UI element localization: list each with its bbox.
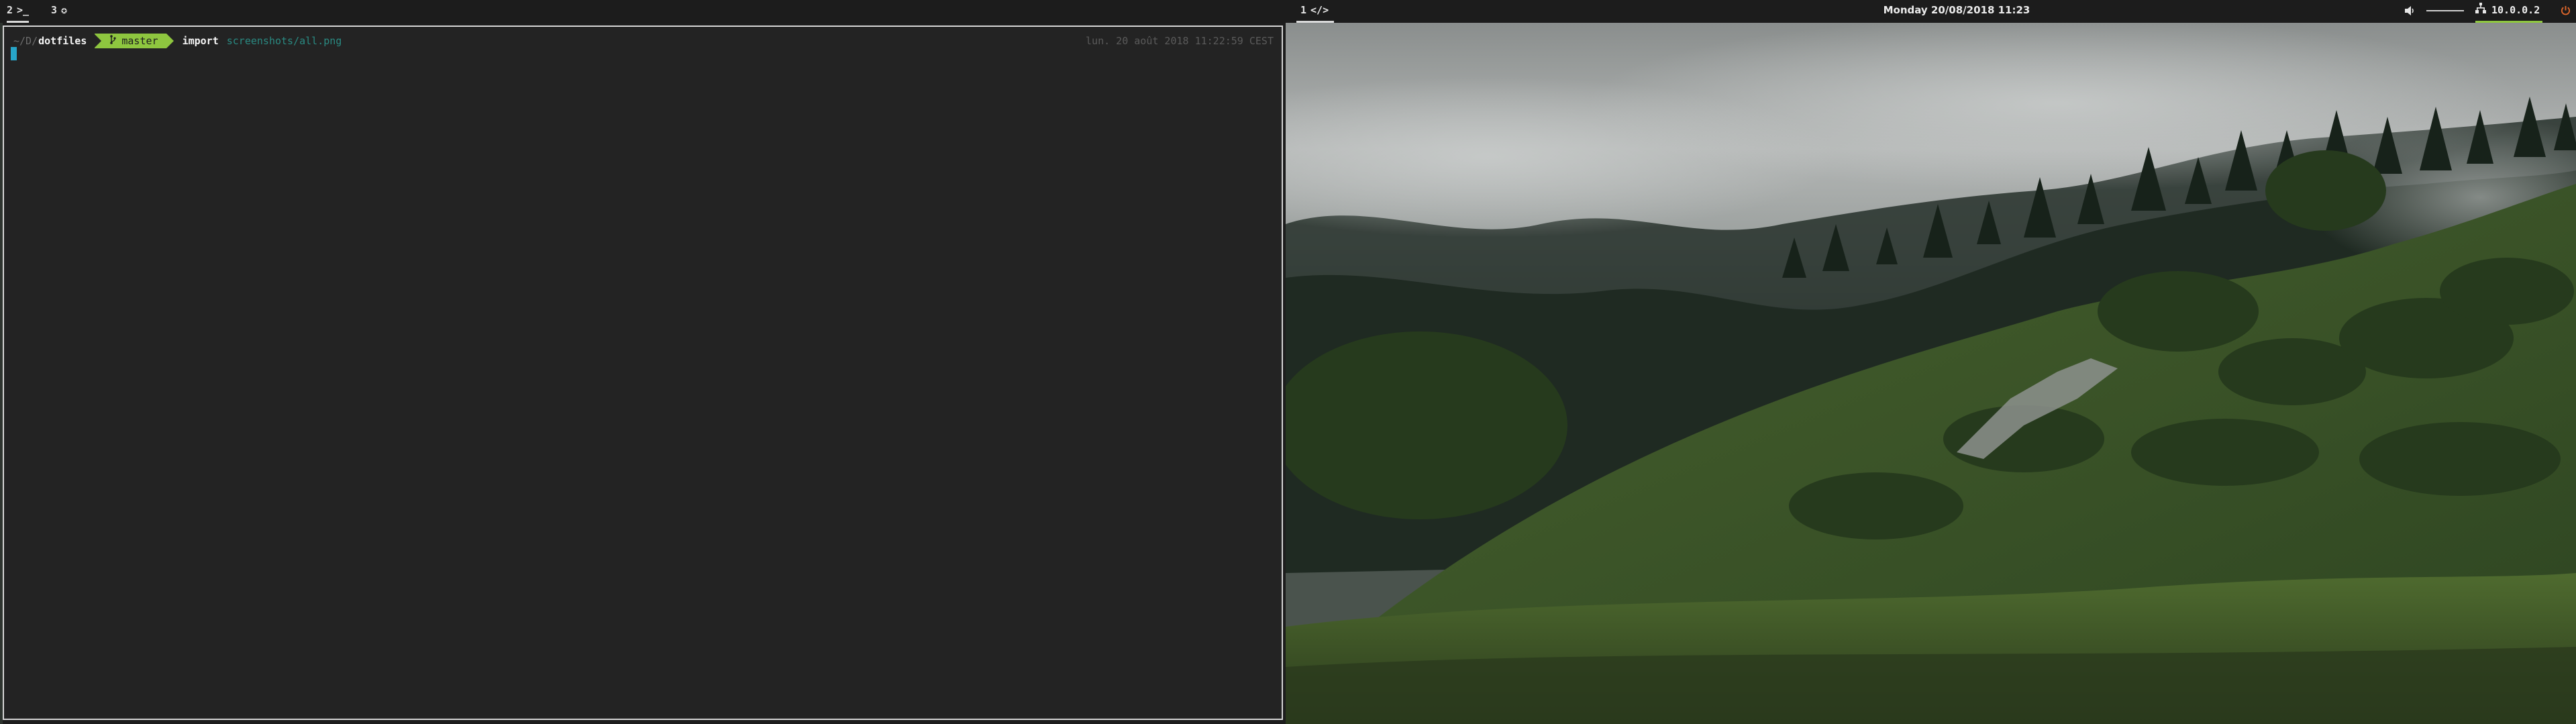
- workspace-number: 2: [7, 4, 13, 16]
- right-status-bar: 1 </> Monday 20/08/2018 11:23 10.0.0.2: [1287, 0, 2576, 23]
- workspace-number: 3: [51, 4, 58, 16]
- terminal-icon: >_: [17, 4, 30, 16]
- typed-command: import: [182, 35, 219, 47]
- forest-landscape-image: [1286, 23, 2576, 724]
- workspace-3[interactable]: 3 ✪: [51, 0, 67, 21]
- left-status-bar: 2 >_ 3 ✪: [0, 0, 1287, 23]
- git-branch-icon: [109, 34, 116, 48]
- git-branch-name: master: [121, 35, 158, 47]
- workspace-2[interactable]: 2 >_: [7, 0, 30, 23]
- shell-prompt: ~/D/ dotfiles master import screenshots/…: [13, 34, 342, 48]
- command-argument: screenshots/all.png: [226, 35, 342, 47]
- volume-icon[interactable]: [2405, 0, 2418, 21]
- desktop-wallpaper: [1286, 23, 2576, 724]
- git-branch-segment: master: [94, 34, 174, 48]
- power-icon[interactable]: [2561, 0, 2574, 21]
- globe-icon: ✪: [61, 4, 68, 16]
- volume-slider[interactable]: [2426, 10, 2464, 11]
- code-icon: </>: [1310, 4, 1329, 16]
- network-status[interactable]: 10.0.0.2: [2475, 0, 2543, 23]
- terminal-cursor: [11, 47, 17, 60]
- right-prompt-timestamp: lun. 20 août 2018 11:22:59 CEST: [1086, 35, 1274, 47]
- workspace-1[interactable]: 1 </>: [1296, 0, 1335, 23]
- network-icon: [2475, 0, 2486, 21]
- prompt-path: ~/D/: [13, 35, 38, 47]
- terminal-window[interactable]: ~/D/ dotfiles master import screenshots/…: [3, 25, 1283, 720]
- workspace-number: 1: [1300, 4, 1307, 16]
- active-workspace-indicator: [7, 21, 30, 23]
- clock[interactable]: Monday 20/08/2018 11:23: [1856, 0, 2057, 21]
- network-ip: 10.0.0.2: [2491, 4, 2540, 16]
- prompt-directory: dotfiles: [38, 35, 87, 47]
